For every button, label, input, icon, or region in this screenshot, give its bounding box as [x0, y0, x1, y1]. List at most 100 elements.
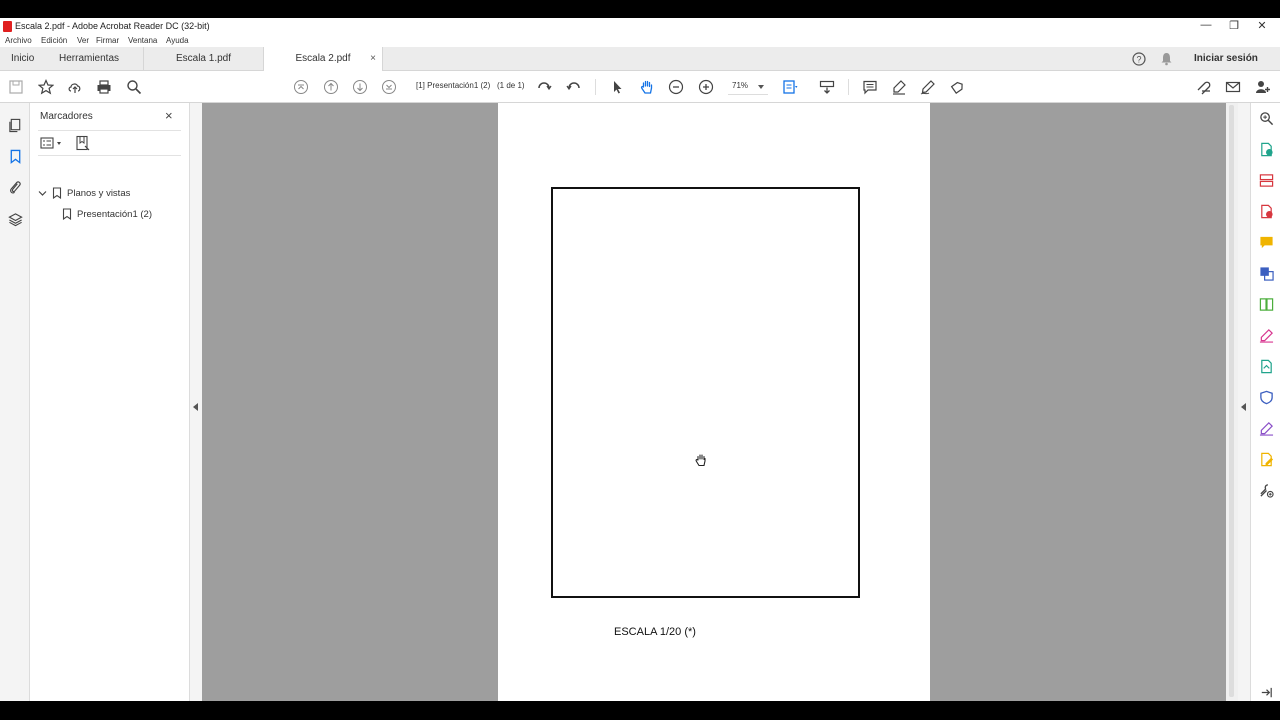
bookmark-options-button[interactable] — [40, 136, 64, 152]
upload-cloud-button[interactable] — [65, 77, 85, 97]
request-sign-icon — [1259, 421, 1273, 436]
add-user-button[interactable] — [1253, 77, 1273, 97]
collapse-tools-button[interactable] — [1257, 683, 1275, 701]
menu-firmar[interactable]: Firmar — [96, 36, 119, 45]
tool-more-tools-button[interactable] — [1257, 481, 1275, 499]
highlight-button[interactable] — [889, 77, 909, 97]
organize-pages-icon — [1259, 173, 1273, 187]
maximize-button[interactable]: ❐ — [1224, 19, 1244, 32]
tool-search-button[interactable] — [1257, 109, 1275, 127]
tool-scan-button[interactable] — [1257, 357, 1275, 375]
cursor-arrow-icon — [614, 81, 622, 94]
zoom-out-button[interactable] — [666, 77, 686, 97]
page-thumbnails-button[interactable] — [6, 116, 24, 134]
left-panel-collapse-handle[interactable] — [190, 103, 202, 701]
select-tool-button[interactable] — [607, 77, 627, 97]
tool-translate-button[interactable] — [1257, 264, 1275, 282]
minimize-button[interactable]: — — [1196, 19, 1216, 31]
share-link-button[interactable] — [1194, 77, 1214, 97]
vertical-scrollbar[interactable] — [1226, 103, 1238, 701]
translate-icon — [1259, 266, 1274, 281]
tab-escala-2[interactable]: Escala 2.pdf × — [263, 47, 383, 72]
search-button[interactable] — [124, 77, 144, 97]
save-icon — [9, 80, 23, 94]
scroll-mode-button[interactable] — [817, 77, 837, 97]
bell-icon — [1161, 53, 1172, 66]
last-page-button[interactable] — [379, 77, 399, 97]
tab-inicio[interactable]: Inicio — [11, 47, 34, 71]
zoom-select[interactable]: 71% — [728, 79, 768, 95]
comment-button[interactable] — [860, 77, 880, 97]
menu-ver[interactable]: Ver — [77, 36, 89, 45]
bookmark-item-presentacion[interactable]: Presentación1 (2) — [62, 208, 152, 220]
zoom-value: 71% — [732, 81, 749, 90]
panel-divider — [38, 155, 181, 156]
hand-tool-button[interactable] — [637, 77, 657, 97]
document-viewport[interactable]: ESCALA 1/20 (*) — [202, 103, 1226, 701]
rotate-counterclockwise-button[interactable] — [564, 77, 584, 97]
hand-icon — [640, 80, 653, 94]
page-label-indicator[interactable]: [1] Presentación1 (2) — [416, 81, 490, 90]
tab-herramientas[interactable]: Herramientas — [59, 47, 119, 71]
rotate-clockwise-button[interactable] — [534, 77, 554, 97]
chevron-left-icon — [1241, 403, 1246, 411]
attachments-button[interactable] — [6, 178, 24, 196]
tab-escala-1[interactable]: Escala 1.pdf — [143, 47, 263, 71]
pdf-page[interactable]: ESCALA 1/20 (*) — [498, 103, 930, 701]
collapse-right-icon — [1261, 687, 1272, 697]
close-window-button[interactable]: ✕ — [1252, 19, 1272, 32]
notifications-button[interactable] — [1160, 47, 1173, 71]
menu-ayuda[interactable]: Ayuda — [166, 36, 189, 45]
page-view-button[interactable] — [780, 77, 800, 97]
bookmarks-panel: Marcadores × Planos y vistas Presentació… — [30, 103, 190, 701]
zoom-in-button[interactable] — [696, 77, 716, 97]
menu-ventana[interactable]: Ventana — [128, 36, 157, 45]
draw-button[interactable] — [918, 77, 938, 97]
chevron-left-icon — [193, 403, 198, 411]
mail-icon — [1225, 81, 1241, 93]
tool-edit-pdf-button[interactable] — [1257, 450, 1275, 468]
printer-icon — [97, 80, 111, 94]
tool-compare-button[interactable] — [1257, 295, 1275, 313]
menu-archivo[interactable]: Archivo — [5, 36, 32, 45]
list-options-icon — [40, 137, 61, 149]
signin-link[interactable]: Iniciar sesión — [1194, 47, 1258, 71]
tool-organize-button[interactable] — [1257, 171, 1275, 189]
bookmarks-panel-close-button[interactable]: × — [165, 108, 173, 123]
fill-sign-button[interactable] — [948, 77, 968, 97]
first-page-icon — [294, 80, 308, 94]
tool-protect-button[interactable] — [1257, 388, 1275, 406]
tool-request-signature-button[interactable] — [1257, 419, 1275, 437]
create-pdf-icon — [1260, 204, 1273, 218]
menu-edicion[interactable]: Edición — [41, 36, 67, 45]
new-bookmark-button[interactable] — [75, 135, 91, 151]
tab-bar: Inicio Herramientas Escala 1.pdf Escala … — [0, 47, 1280, 72]
scrollbar-thumb[interactable] — [1229, 105, 1234, 697]
right-panel-expand-handle[interactable] — [1238, 103, 1250, 701]
tool-comment-button[interactable] — [1257, 233, 1275, 251]
tools-rail — [1250, 103, 1280, 701]
tab-close-button[interactable]: × — [370, 47, 376, 71]
scale-caption: ESCALA 1/20 (*) — [614, 626, 696, 638]
export-pdf-icon — [1260, 142, 1273, 156]
next-page-button[interactable] — [350, 77, 370, 97]
star-icon — [38, 79, 54, 95]
toolbar-separator — [595, 79, 596, 95]
bookmarks-panel-button[interactable] — [6, 147, 24, 165]
bookmark-add-icon — [76, 135, 90, 151]
help-button[interactable]: ? — [1132, 47, 1146, 71]
tool-fill-sign-button[interactable] — [1257, 326, 1275, 344]
tool-create-pdf-button[interactable] — [1257, 202, 1275, 220]
layers-button[interactable] — [6, 210, 24, 228]
bookmark-icon — [62, 208, 72, 220]
save-button[interactable] — [6, 77, 26, 97]
paperclip-icon — [9, 180, 21, 194]
first-page-button[interactable] — [291, 77, 311, 97]
bookmark-item-planos[interactable]: Planos y vistas — [38, 187, 130, 199]
email-button[interactable] — [1223, 77, 1243, 97]
print-button[interactable] — [94, 77, 114, 97]
toolbar-separator — [848, 79, 849, 95]
previous-page-button[interactable] — [321, 77, 341, 97]
tool-export-pdf-button[interactable] — [1257, 140, 1275, 158]
bookmark-star-button[interactable] — [36, 77, 56, 97]
